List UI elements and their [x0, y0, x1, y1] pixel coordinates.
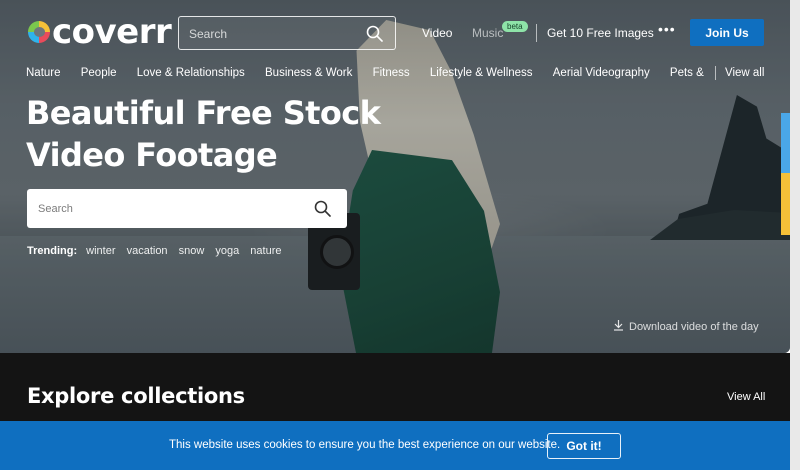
hero-title: Beautiful Free Stock Video Footage — [26, 92, 386, 176]
site-header: coverr Video Music beta Get 10 Free Imag… — [0, 0, 790, 62]
nav-video-link[interactable]: Video — [422, 26, 452, 40]
category-nature[interactable]: Nature — [26, 66, 61, 80]
cookie-message: This website uses cookies to ensure you … — [169, 439, 561, 451]
hero-title-line1: Beautiful Free Stock — [26, 94, 381, 132]
more-dots-icon[interactable]: ••• — [658, 21, 676, 37]
page-scrollbar[interactable] — [790, 0, 800, 470]
category-people[interactable]: People — [81, 66, 117, 80]
nav-music-link[interactable]: Music — [472, 26, 503, 40]
category-aerial-videography[interactable]: Aerial Videography — [553, 66, 650, 80]
header-search-box — [178, 16, 396, 50]
hero-search-box — [27, 189, 347, 228]
collections-view-all-link[interactable]: View All — [727, 391, 765, 403]
logo-text: coverr — [52, 12, 172, 52]
trend-tag-vacation[interactable]: vacation — [127, 245, 168, 257]
side-accent-blue — [781, 113, 790, 173]
category-divider — [715, 66, 716, 80]
download-icon — [613, 319, 624, 334]
search-icon[interactable] — [366, 25, 383, 47]
beta-badge: beta — [502, 21, 528, 32]
download-video-of-day-link[interactable]: Download video of the day — [613, 319, 759, 334]
logo-mark-icon — [28, 21, 50, 43]
join-us-button[interactable]: Join Us — [690, 19, 764, 46]
trend-tag-snow[interactable]: snow — [179, 245, 205, 257]
category-fitness[interactable]: Fitness — [373, 66, 410, 80]
hero-search-input[interactable] — [38, 200, 298, 218]
coverr-logo[interactable]: coverr — [28, 12, 172, 52]
side-accent-yellow — [781, 173, 790, 235]
trend-tag-yoga[interactable]: yoga — [215, 245, 239, 257]
trending-tags: Trending: winter vacation snow yoga natu… — [27, 245, 290, 257]
header-search-input[interactable] — [189, 25, 359, 43]
hero-title-line2: Video Footage — [26, 136, 278, 174]
search-icon[interactable] — [314, 200, 331, 222]
cookie-accept-button[interactable]: Got it! — [547, 433, 621, 459]
nav-free-images-link[interactable]: Get 10 Free Images — [547, 26, 654, 40]
categories-view-all-link[interactable]: View all — [725, 67, 764, 79]
category-love-relationships[interactable]: Love & Relationships — [137, 66, 245, 80]
trend-tag-nature[interactable]: nature — [250, 245, 281, 257]
download-video-label: Download video of the day — [629, 320, 759, 333]
category-business-work[interactable]: Business & Work — [265, 66, 352, 80]
trend-tag-winter[interactable]: winter — [86, 245, 115, 257]
explore-collections-title: Explore collections — [27, 384, 245, 408]
trending-label: Trending: — [27, 245, 78, 257]
category-nav: Nature People Love & Relationships Busin… — [26, 66, 704, 82]
nav-divider — [536, 24, 537, 42]
category-lifestyle-wellness[interactable]: Lifestyle & Wellness — [430, 66, 533, 80]
category-pets-animals[interactable]: Pets & Anim — [670, 66, 704, 80]
